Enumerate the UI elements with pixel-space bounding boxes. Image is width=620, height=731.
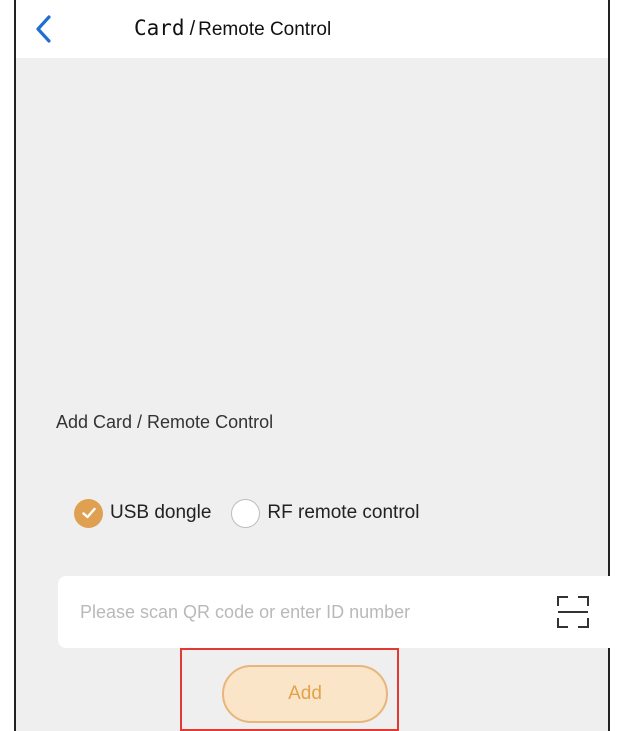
device-type-radio-group: USB dongle RF remote control bbox=[74, 497, 419, 529]
id-number-input[interactable] bbox=[78, 600, 522, 624]
radio-usb-dongle-label: USB dongle bbox=[110, 502, 212, 523]
unchecked-radio-icon bbox=[231, 498, 261, 528]
scan-icon bbox=[557, 596, 589, 628]
page-title-separator: / bbox=[189, 18, 196, 40]
page-title: Card / Remote Control bbox=[134, 16, 331, 41]
section-title: Add Card / Remote Control bbox=[56, 412, 274, 432]
checked-radio-icon bbox=[74, 498, 103, 528]
app-screen: Card / Remote Control Add Card / Remote Co… bbox=[14, 0, 612, 731]
back-button[interactable] bbox=[32, 12, 56, 46]
page-title-part2: Remote Control bbox=[198, 19, 332, 40]
page-title-part1: Card bbox=[134, 16, 185, 40]
id-input-container bbox=[58, 576, 612, 648]
radio-rf-remote-control-label: RF remote control bbox=[267, 502, 420, 523]
radio-rf-remote-control[interactable]: RF remote control bbox=[231, 498, 420, 528]
navigation-header: Card / Remote Control bbox=[16, 0, 608, 58]
radio-usb-dongle[interactable]: USB dongle bbox=[74, 498, 212, 528]
scan-qr-button[interactable] bbox=[556, 594, 590, 630]
chevron-left-icon bbox=[36, 15, 51, 43]
highlight-box bbox=[180, 648, 399, 731]
